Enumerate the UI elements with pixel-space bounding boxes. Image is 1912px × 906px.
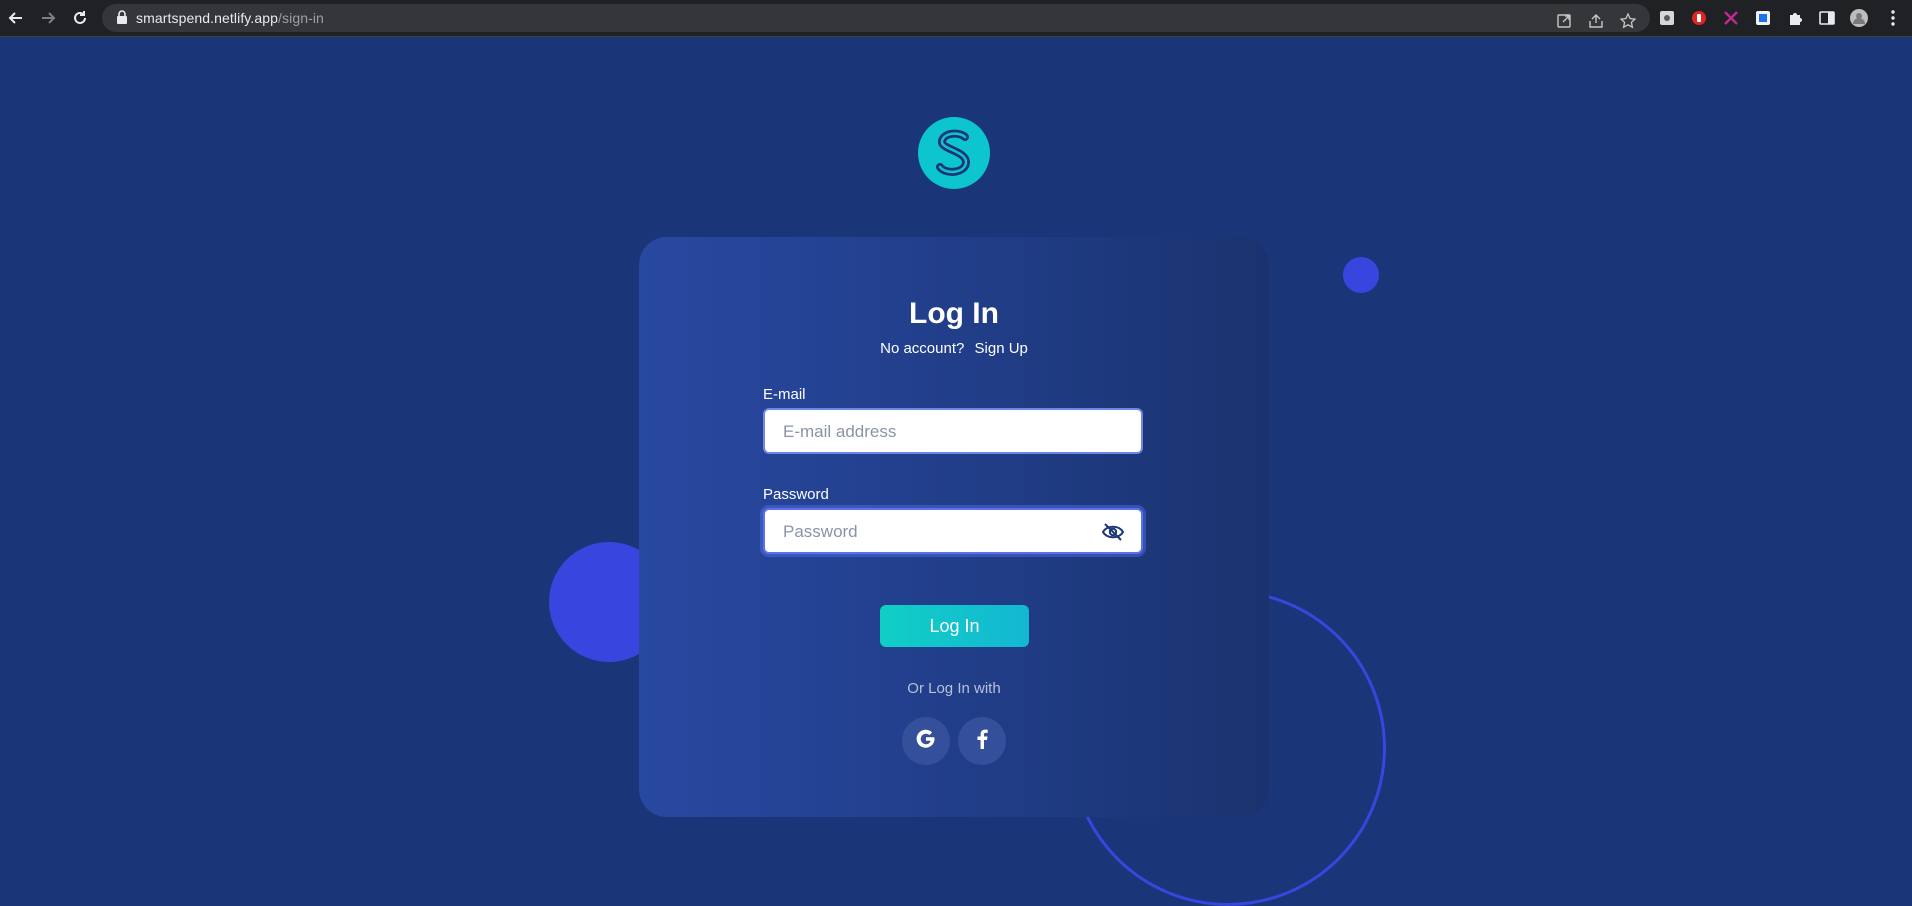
side-panel-icon[interactable] (1818, 9, 1836, 27)
login-button[interactable]: Log In (880, 605, 1029, 647)
open-in-app-icon[interactable] (1555, 12, 1573, 30)
google-icon (915, 728, 937, 755)
profile-avatar-icon[interactable] (1850, 9, 1868, 27)
lock-icon[interactable] (116, 10, 128, 29)
back-icon[interactable] (6, 8, 26, 28)
toggle-password-visibility-icon[interactable] (1101, 522, 1125, 542)
address-bar[interactable]: smartspend.netlify.app/sign-in (102, 4, 1650, 32)
login-card: Log In No account? Sign Up E-mail Passwo… (639, 237, 1269, 817)
email-label: E-mail (763, 386, 806, 403)
page-title: Log In (909, 297, 999, 330)
google-login-button[interactable] (902, 717, 950, 765)
no-account-text: No account? (880, 340, 965, 357)
password-field-wrapper (763, 508, 1143, 554)
password-label: Password (763, 486, 829, 503)
url-text[interactable]: smartspend.netlify.app/sign-in (136, 10, 324, 26)
reload-icon[interactable] (70, 8, 90, 28)
email-field-wrapper (763, 408, 1143, 454)
extension-adblock-icon[interactable] (1690, 9, 1708, 27)
smartspend-logo (918, 117, 990, 189)
password-input[interactable] (781, 510, 1105, 554)
extension-screenshot-icon[interactable] (1658, 9, 1676, 27)
or-login-with-text: Or Log In with (907, 680, 1001, 697)
extension-x-icon[interactable] (1722, 9, 1740, 27)
facebook-login-button[interactable] (958, 717, 1006, 765)
sign-up-link[interactable]: Sign Up (975, 340, 1028, 357)
logo-s-icon (936, 129, 971, 176)
bookmark-star-icon[interactable] (1619, 12, 1637, 30)
extensions-puzzle-icon[interactable] (1786, 9, 1804, 27)
email-input[interactable] (781, 410, 1105, 454)
share-icon[interactable] (1587, 12, 1605, 30)
menu-kebab-icon[interactable] (1884, 9, 1902, 27)
signup-prompt: No account? Sign Up (639, 340, 1269, 357)
browser-toolbar: smartspend.netlify.app/sign-in (0, 0, 1912, 37)
extension-translate-icon[interactable] (1754, 9, 1772, 27)
decorative-circle-small (1343, 257, 1379, 293)
forward-icon[interactable] (38, 8, 58, 28)
facebook-icon (975, 729, 989, 754)
